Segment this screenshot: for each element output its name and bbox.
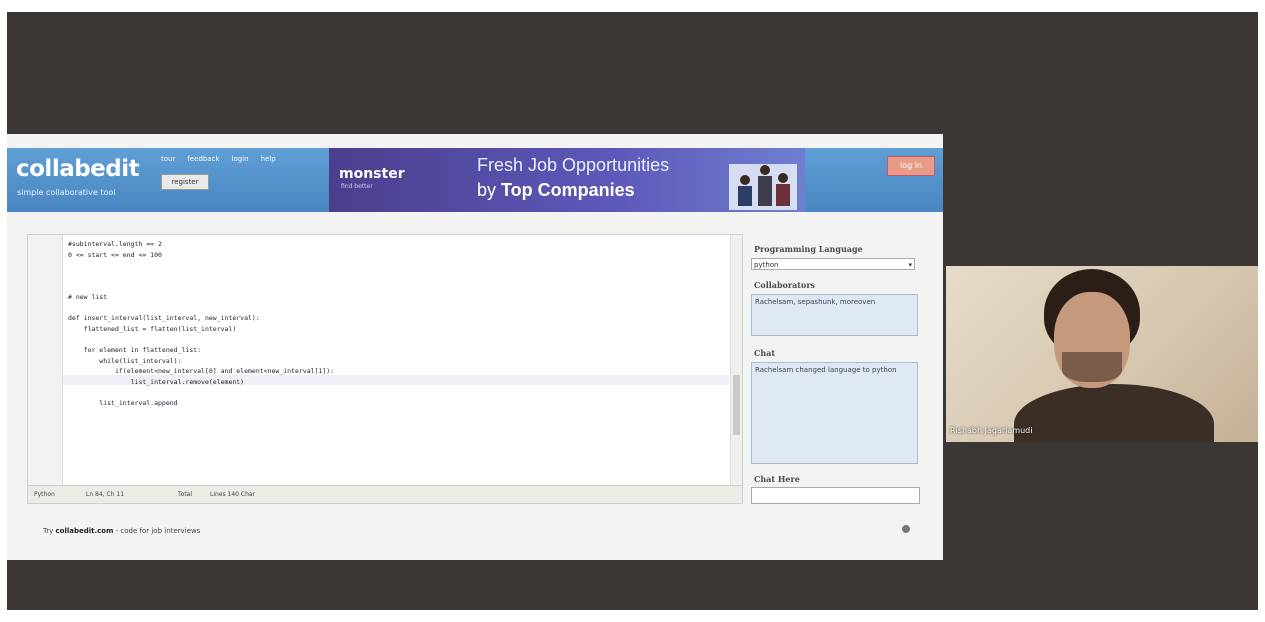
participant-name: Rishabh Jagarlamudi <box>950 426 1033 435</box>
site-header: collabedit simple collaborative tool tou… <box>7 148 943 212</box>
ad-subheadline: by Top Companies <box>477 180 635 201</box>
ad-logo: monster <box>339 166 405 182</box>
ad-line2-bold: Top Companies <box>501 180 635 200</box>
login-button[interactable]: log in <box>887 156 935 176</box>
status-position: Ln 84, Ch 11 <box>86 491 125 498</box>
line-number-gutter <box>28 235 63 485</box>
ad-logo-sub: find better <box>341 183 373 190</box>
settings-icon[interactable] <box>902 525 910 533</box>
chat-input[interactable] <box>751 487 920 504</box>
participant-video[interactable]: Rishabh Jagarlamudi <box>946 266 1258 442</box>
chat-label: Chat <box>754 348 776 358</box>
top-nav: tour feedback login help <box>161 155 276 163</box>
language-value: python <box>754 261 779 269</box>
job-ad-banner[interactable]: monster find better Fresh Job Opportunit… <box>329 148 805 212</box>
nav-link-login[interactable]: login <box>232 155 249 163</box>
language-select[interactable]: python ▾ <box>751 258 915 270</box>
status-total: Total <box>178 491 193 498</box>
ad-headline: Fresh Job Opportunities <box>477 155 670 175</box>
chat-log: Rachelsam changed language to python <box>751 362 918 464</box>
participant-beard <box>1062 352 1122 382</box>
register-button[interactable]: register <box>161 174 209 190</box>
chevron-down-icon: ▾ <box>908 261 912 269</box>
chat-here-label: Chat Here <box>754 474 800 484</box>
ad-line2-prefix: by <box>477 180 502 200</box>
ad-people-illustration <box>729 164 797 210</box>
participant-body <box>1014 384 1214 442</box>
top-strip <box>0 0 1265 12</box>
editor-scrollbar[interactable] <box>730 235 742 485</box>
brand-tagline: simple collaborative tool <box>17 188 116 197</box>
brand-logo[interactable]: collabedit <box>16 156 140 182</box>
status-lines: Lines 140 Char <box>210 491 256 498</box>
scroll-thumb[interactable] <box>733 375 740 435</box>
language-label: Programming Language <box>754 244 863 254</box>
editor-status-bar: Python Ln 84, Ch 11 Total Lines 140 Char <box>28 485 742 503</box>
status-mode: Python <box>34 491 55 498</box>
collaborators-label: Collaborators <box>754 280 816 290</box>
collaborators-box: Rachelsam, sepashunk, moreoven <box>751 294 918 336</box>
code-editor[interactable]: #subinterval.length == 2 0 <= start <= e… <box>27 234 743 504</box>
footer-text: Try collabedit.com - code for job interv… <box>43 527 200 535</box>
footer-prefix: Try <box>43 527 56 535</box>
shared-screen: collabedit simple collaborative tool tou… <box>7 134 943 560</box>
footer-link[interactable]: collabedit.com <box>56 527 114 535</box>
footer-suffix: - code for job interviews <box>113 527 201 535</box>
nav-link-tour[interactable]: tour <box>161 155 175 163</box>
nav-link-help[interactable]: help <box>261 155 276 163</box>
nav-link-feedback[interactable]: feedback <box>187 155 219 163</box>
code-text[interactable]: #subinterval.length == 2 0 <= start <= e… <box>68 239 334 409</box>
